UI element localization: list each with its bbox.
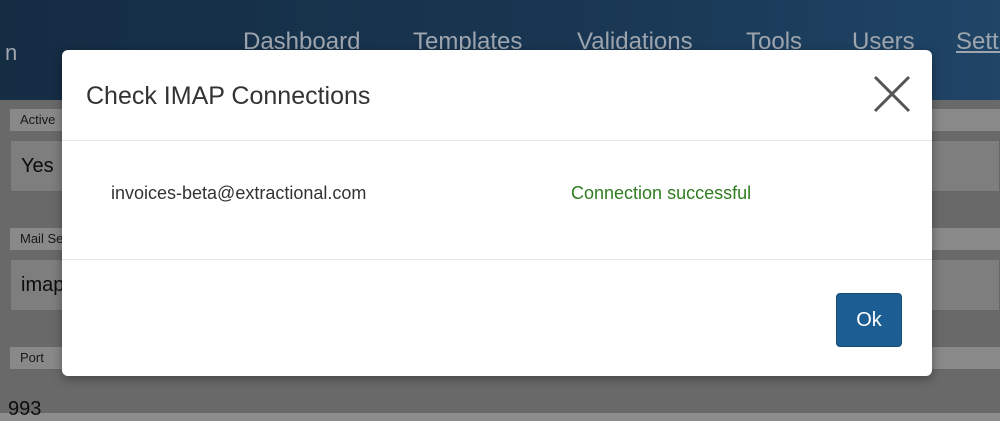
close-icon — [873, 75, 911, 113]
account-email: invoices-beta@extractional.com — [111, 183, 367, 203]
modal-title: Check IMAP Connections — [86, 82, 371, 110]
ok-button[interactable]: Ok — [836, 293, 902, 347]
modal-body: invoices-beta@extractional.com Connectio… — [62, 141, 932, 260]
modal-footer: Ok — [62, 260, 932, 376]
check-imap-dialog: Check IMAP Connections invoices-beta@ext… — [62, 50, 932, 376]
modal-header: Check IMAP Connections — [62, 50, 932, 141]
connection-status: Connection successful — [571, 183, 752, 203]
close-button[interactable] — [870, 72, 914, 116]
